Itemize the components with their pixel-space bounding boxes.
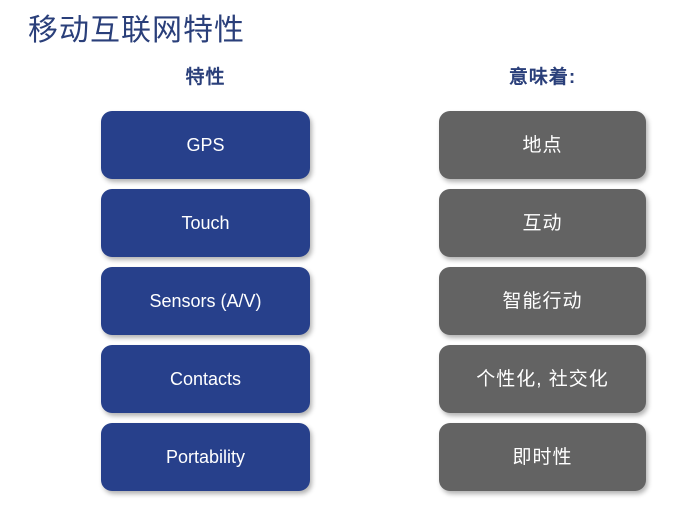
meaning-box-location[interactable]: 地点: [439, 111, 646, 179]
feature-box-stack: GPS Touch Sensors (A/V) Contacts Portabi…: [101, 111, 310, 491]
comparison-columns: 特性 GPS Touch Sensors (A/V) Contacts Port…: [0, 0, 697, 519]
meaning-box-immediacy[interactable]: 即时性: [439, 423, 646, 491]
meaning-box-personalization-social[interactable]: 个性化, 社交化: [439, 345, 646, 413]
column-header-meanings: 意味着:: [508, 67, 577, 88]
feature-box-gps[interactable]: GPS: [101, 111, 310, 179]
feature-box-portability[interactable]: Portability: [101, 423, 310, 491]
feature-box-contacts[interactable]: Contacts: [101, 345, 310, 413]
column-header-features: 特性: [185, 67, 226, 88]
feature-box-sensors[interactable]: Sensors (A/V): [101, 267, 310, 335]
meaning-box-smart-action[interactable]: 智能行动: [439, 267, 646, 335]
meaning-box-interaction[interactable]: 互动: [439, 189, 646, 257]
feature-box-touch[interactable]: Touch: [101, 189, 310, 257]
meaning-box-stack: 地点 互动 智能行动 个性化, 社交化 即时性: [439, 111, 646, 491]
